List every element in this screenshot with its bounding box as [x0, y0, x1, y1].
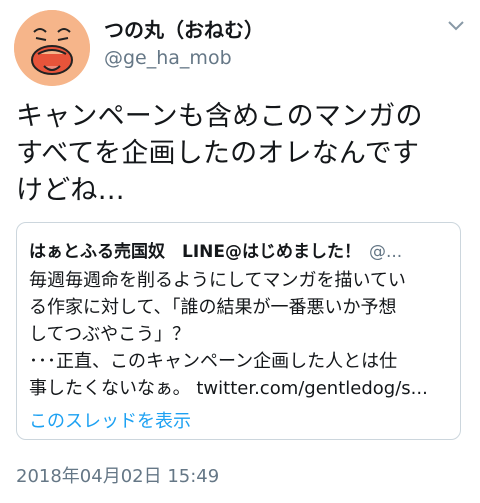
tweet-line: キャンペーンも含めこのマンガの	[16, 101, 423, 132]
avatar[interactable]	[14, 10, 90, 86]
tweet-text: キャンペーンも含めこのマンガの すべてを企画したのオレなんです けどね…	[16, 98, 468, 209]
quoted-author-name: はぁとふる売国奴 LINE@はじめました！	[29, 242, 361, 262]
author-handle[interactable]: @ge_ha_mob	[104, 47, 232, 69]
quoted-line: ･･･正直、このキャンペーン企画した人とは仕	[29, 351, 398, 372]
quoted-line: る作家に対して、「誰の結果が一番悪いか予想	[29, 297, 397, 318]
avatar-illustration	[14, 10, 90, 86]
show-thread-link[interactable]: このスレッドを表示	[29, 407, 191, 433]
author-display-name[interactable]: つの丸（おねむ）	[104, 14, 264, 43]
quoted-tweet-header: はぁとふる売国奴 LINE@はじめました！ @...	[29, 237, 455, 262]
tweet-line: けどね…	[16, 175, 125, 206]
quoted-line: 毎週毎週命を削るようにしてマンガを描いてい	[29, 270, 406, 291]
tweet-timestamp[interactable]: 2018年04月02日 15:49	[16, 462, 219, 488]
tweet-line: すべてを企画したのオレなんです	[16, 138, 420, 169]
quoted-line: 事したくないなぁ。 twitter.com/gentledog/s...	[29, 378, 428, 399]
quoted-tweet-card[interactable]: はぁとふる売国奴 LINE@はじめました！ @... 毎週毎週命を削るようにしてマ…	[16, 222, 461, 440]
quoted-author-handle: @...	[369, 242, 403, 262]
chevron-down-icon[interactable]	[446, 18, 466, 32]
quoted-tweet-text: 毎週毎週命を削るようにしてマンガを描いてい る作家に対して、「誰の結果が一番悪い…	[29, 267, 453, 402]
quoted-line: してつぶやこう」？	[29, 324, 191, 345]
